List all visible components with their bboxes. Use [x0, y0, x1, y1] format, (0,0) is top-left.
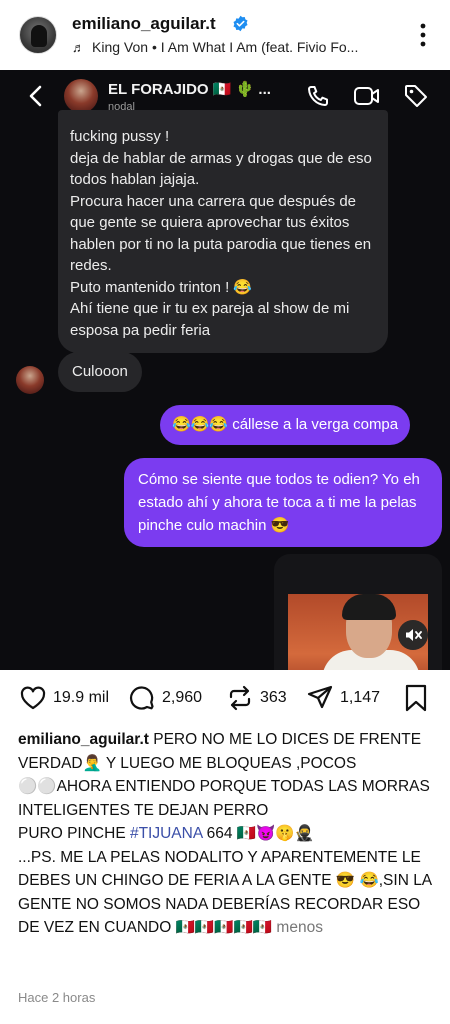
heart-icon: [20, 686, 46, 710]
post-media-dm-screenshot[interactable]: EL FORAJIDO 🇲🇽 🌵 ... nodal fucking pussy…: [0, 70, 450, 670]
post-header: emiliano_aguilar.t ♬ King Von • I Am What…: [0, 0, 450, 70]
message-line: fucking pussy !: [70, 128, 170, 145]
repost-count: 363: [260, 689, 287, 706]
back-icon: [29, 85, 42, 107]
message-line: deja de hablar de armas y drogas que de …: [70, 149, 372, 189]
message-line: Puto mantenido trinton ! 😂: [70, 278, 253, 296]
tag-icon: [405, 85, 427, 107]
comment-icon: [130, 686, 154, 710]
comment-count: 2,960: [162, 689, 203, 706]
comment-button[interactable]: 2,960: [128, 684, 202, 712]
hashtag-link[interactable]: #TIJUANA: [130, 825, 202, 842]
caption-text: 664 🇲🇽😈🤫🥷: [202, 825, 314, 842]
post-username[interactable]: emiliano_aguilar.t: [72, 14, 216, 34]
chat-name: EL FORAJIDO 🇲🇽 🌵 ...: [108, 81, 271, 98]
music-line[interactable]: ♬ King Von • I Am What I Am (feat. Fivio …: [72, 39, 392, 55]
caption: emiliano_aguilar.t PERO NO ME LO DICES D…: [18, 728, 433, 940]
video-call-icon: [354, 87, 379, 105]
sender-avatar: [16, 366, 44, 394]
phone-icon: [308, 86, 328, 106]
send-icon: [307, 685, 333, 709]
incoming-message-long: fucking pussy ! deja de hablar de armas …: [58, 110, 388, 353]
action-bar: 19.9 mil 2,960 363 1,147: [0, 670, 450, 726]
shared-media-card: [274, 554, 442, 670]
like-count: 19.9 mil: [53, 689, 110, 706]
outgoing-message-1: 😂😂😂 cállese a la verga compa: [160, 405, 411, 445]
more-options-icon[interactable]: [416, 22, 430, 48]
bookmark-icon[interactable]: [404, 684, 428, 712]
caption-text: PURO PINCHE: [18, 825, 130, 842]
message-line: Ahí tiene que ir tu ex pareja al show de…: [70, 300, 350, 339]
chat-avatar: [64, 79, 98, 113]
share-count: 1,147: [340, 689, 381, 706]
repost-icon: [229, 685, 251, 711]
like-button[interactable]: 19.9 mil: [19, 684, 109, 712]
outgoing-message-2: Cómo se siente que todos te odien? Yo eh…: [124, 458, 442, 547]
caption-toggle[interactable]: menos: [276, 919, 323, 936]
incoming-message-short: Culooon: [58, 352, 142, 392]
share-button[interactable]: 1,147: [306, 684, 380, 712]
mute-icon[interactable]: [398, 620, 428, 650]
verified-icon: [233, 15, 248, 32]
post-timestamp: Hace 2 horas: [18, 990, 96, 1005]
avatar[interactable]: [19, 16, 57, 54]
caption-text: ...PS. ME LA PELAS NODALITO Y APARENTEME…: [18, 848, 432, 937]
music-note-icon: ♬: [72, 40, 85, 55]
caption-username[interactable]: emiliano_aguilar.t: [18, 731, 149, 748]
music-label: King Von • I Am What I Am (feat. Fivio F…: [92, 39, 359, 55]
repost-button[interactable]: 363: [226, 684, 287, 712]
message-line: Procura hacer una carrera que después de…: [70, 192, 372, 275]
